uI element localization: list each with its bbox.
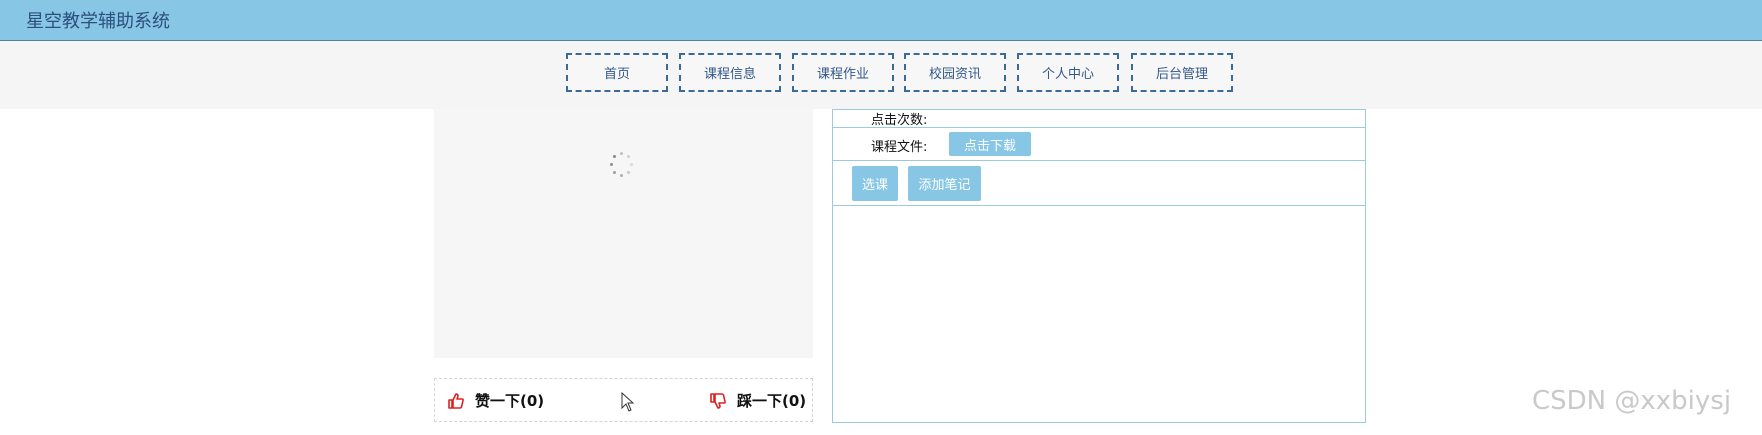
course-detail-panel: 点击次数: 课程文件: 点击下载 选课 添加笔记 bbox=[832, 109, 1366, 423]
loading-spinner-icon bbox=[608, 152, 636, 180]
main-nav: 首页 课程信息 课程作业 校园资讯 个人中心 后台管理 bbox=[0, 41, 1762, 109]
select-course-button[interactable]: 选课 bbox=[852, 166, 898, 201]
thumbs-up-icon bbox=[448, 392, 464, 409]
like-label: 赞一下(0) bbox=[475, 392, 545, 410]
nav-course-info[interactable]: 课程信息 bbox=[679, 53, 781, 92]
clicks-label: 点击次数: bbox=[871, 113, 928, 128]
thumbs-down-icon bbox=[710, 392, 726, 409]
file-label: 课程文件: bbox=[871, 140, 928, 155]
app-title: 星空教学辅助系统 bbox=[26, 11, 170, 32]
dislike-button[interactable]: 踩一下(0) bbox=[709, 390, 806, 411]
file-row: 课程文件: 点击下载 bbox=[833, 128, 1365, 161]
add-note-button[interactable]: 添加笔记 bbox=[908, 166, 981, 201]
nav-admin[interactable]: 后台管理 bbox=[1131, 53, 1233, 92]
download-button[interactable]: 点击下载 bbox=[949, 132, 1031, 156]
dislike-label: 踩一下(0) bbox=[737, 392, 807, 410]
watermark: CSDN @xxbiysj bbox=[1532, 386, 1732, 416]
content-area bbox=[833, 206, 1365, 422]
mouse-cursor-icon bbox=[621, 391, 635, 416]
top-header: 星空教学辅助系统 bbox=[0, 0, 1762, 41]
actions-row: 选课 添加笔记 bbox=[833, 161, 1365, 206]
video-player[interactable] bbox=[434, 109, 813, 358]
nav-course-homework[interactable]: 课程作业 bbox=[792, 53, 894, 92]
like-button[interactable]: 赞一下(0) bbox=[447, 390, 544, 411]
clicks-row: 点击次数: bbox=[833, 110, 1365, 128]
nav-home[interactable]: 首页 bbox=[566, 53, 668, 92]
nav-campus-news[interactable]: 校园资讯 bbox=[904, 53, 1006, 92]
nav-personal-center[interactable]: 个人中心 bbox=[1017, 53, 1119, 92]
